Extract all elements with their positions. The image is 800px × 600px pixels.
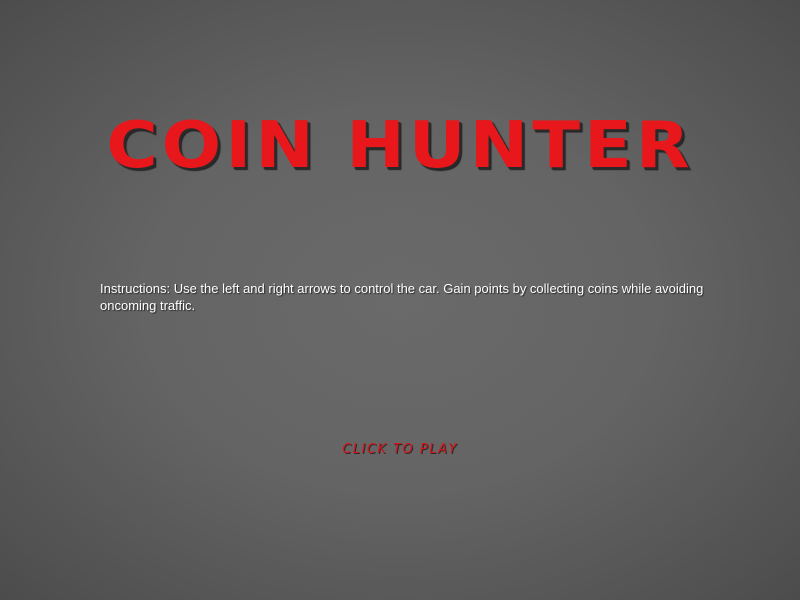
instructions-text: Instructions: Use the left and right arr… [100,281,704,313]
title-screen: COIN HUNTER Instructions: Use the left a… [0,0,800,600]
click-to-play-button[interactable]: CLICK TO PLAY [320,440,480,460]
game-title: COIN HUNTER [106,107,694,183]
